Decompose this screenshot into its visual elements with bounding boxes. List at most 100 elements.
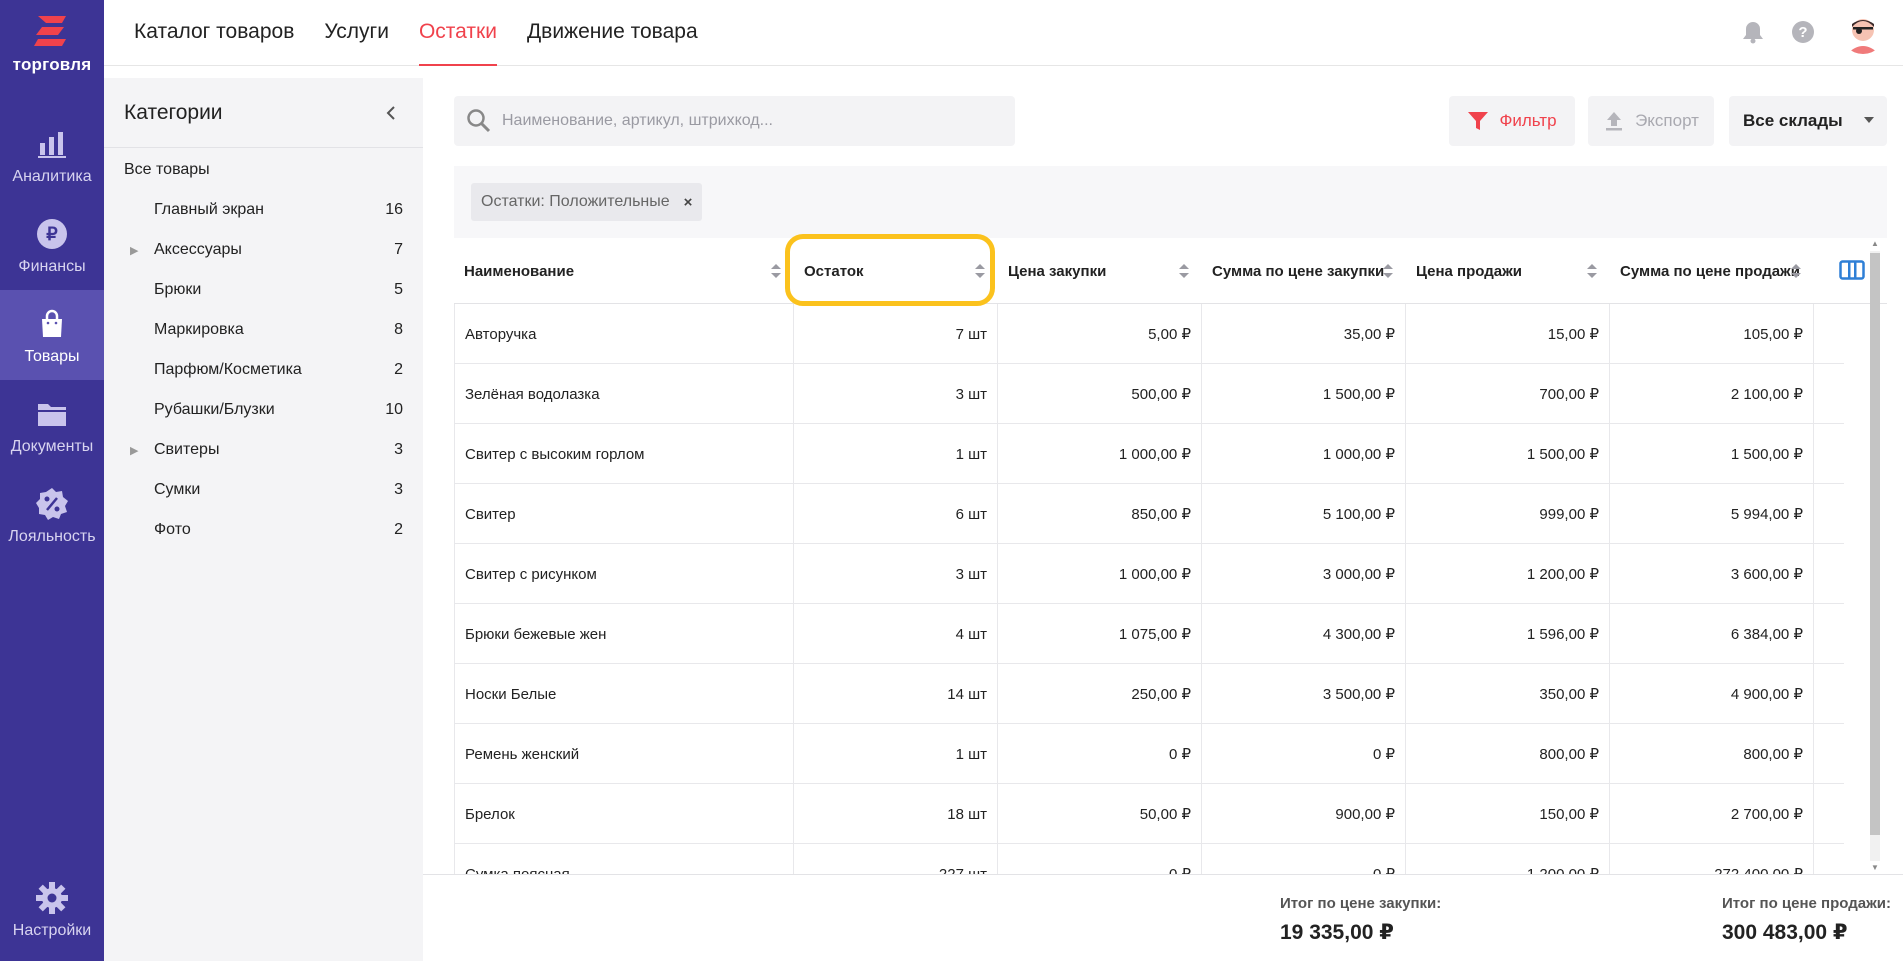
sort-icon[interactable]: [974, 263, 986, 279]
column-header-label: Наименование: [464, 262, 575, 280]
tab-catalog[interactable]: Каталог товаров: [134, 0, 294, 66]
category-item[interactable]: Сумки 3: [104, 470, 423, 510]
search-input[interactable]: [502, 112, 1002, 130]
help-icon[interactable]: ?: [1791, 20, 1815, 44]
tab-services[interactable]: Услуги: [324, 0, 389, 66]
svg-text:?: ?: [1798, 24, 1807, 41]
column-header[interactable]: Сумма по цене закупки: [1202, 238, 1406, 304]
filter-funnel-icon: [1467, 110, 1489, 132]
gear-icon: [32, 878, 72, 918]
column-header[interactable]: Цена продажи: [1406, 238, 1610, 304]
sort-icon[interactable]: [1178, 263, 1190, 279]
table-row[interactable]: Свитер с высоким горлом 1 шт 1 000,00 ₽1 0…: [454, 424, 1844, 484]
section-tabs: Каталог товаров Услуги Остатки Движение …: [134, 0, 728, 66]
cell-stock: 3 шт: [794, 544, 998, 604]
totals-footer: Итог по цене закупки: 19 335,00 ₽ Итог п…: [423, 874, 1903, 961]
filter-button[interactable]: Фильтр: [1449, 96, 1575, 146]
column-header[interactable]: Наименование: [454, 238, 794, 304]
cell-purchase-sum: 1 000,00 ₽: [1202, 424, 1406, 484]
column-header[interactable]: Цена закупки: [998, 238, 1202, 304]
sort-icon[interactable]: [1586, 263, 1598, 279]
remove-filter-icon[interactable]: ×: [684, 194, 693, 211]
category-item[interactable]: ▶ Аксессуары 7: [104, 230, 423, 270]
tab-movement[interactable]: Движение товара: [527, 0, 698, 66]
stock-table: Наименование Остаток Цена закупки Сумма по …: [454, 238, 1887, 874]
category-item[interactable]: Маркировка 8: [104, 310, 423, 350]
cell-name: Свитер с рисунком: [454, 544, 794, 604]
category-item[interactable]: ▶ Свитеры 3: [104, 430, 423, 470]
table-row[interactable]: Брелок 18 шт 50,00 ₽900,00 ₽150,00 ₽2 700,…: [454, 784, 1844, 844]
table-row[interactable]: Брюки бежевые жен 4 шт 1 075,00 ₽4 300,00 …: [454, 604, 1844, 664]
category-item[interactable]: Главный экран 16: [104, 190, 423, 230]
table-row[interactable]: Свитер 6 шт 850,00 ₽5 100,00 ₽999,00 ₽5 99…: [454, 484, 1844, 544]
nav-documents[interactable]: Документы: [0, 380, 104, 470]
category-item[interactable]: Парфюм/Косметика 2: [104, 350, 423, 390]
logo-text: торговля: [12, 55, 92, 74]
sort-icon[interactable]: [770, 263, 782, 279]
cell-stock: 18 шт: [794, 784, 998, 844]
column-settings-icon[interactable]: [1839, 260, 1865, 282]
cell-stock: 7 шт: [794, 304, 998, 364]
cell-sale-sum: 1 500,00 ₽: [1610, 424, 1814, 484]
cell-sale-sum: 272 400,00 ₽: [1610, 844, 1814, 874]
warehouse-select[interactable]: Все склады: [1729, 96, 1887, 146]
scrollbar-thumb[interactable]: [1870, 253, 1880, 835]
expand-arrow-icon[interactable]: ▶: [130, 444, 154, 457]
category-item[interactable]: Рубашки/Блузки 10: [104, 390, 423, 430]
analytics-icon: [32, 124, 72, 164]
category-all[interactable]: Все товары: [104, 150, 423, 190]
table-row[interactable]: Носки Белые 14 шт 250,00 ₽3 500,00 ₽350,00…: [454, 664, 1844, 724]
search-box[interactable]: [454, 96, 1015, 146]
column-header[interactable]: Остаток: [794, 238, 998, 304]
expand-arrow-icon[interactable]: ▶: [130, 244, 154, 257]
tab-stock[interactable]: Остатки: [418, 0, 497, 66]
table-row[interactable]: Авторучка 7 шт 5,00 ₽35,00 ₽15,00 ₽105,00 …: [454, 304, 1844, 364]
filter-chip: Остатки: Положительные ×: [471, 183, 703, 221]
export-button[interactable]: Экспорт: [1588, 96, 1714, 146]
table-row[interactable]: Ремень женский 1 шт 0 ₽0 ₽800,00 ₽800,00 ₽: [454, 724, 1844, 784]
scroll-up-icon[interactable]: ▲: [1869, 239, 1881, 249]
category-name: Парфюм/Косметика: [154, 361, 302, 378]
table-header: Наименование Остаток Цена закупки Сумма по …: [454, 238, 1887, 304]
cell-purchase-price: 1 000,00 ₽: [998, 424, 1202, 484]
nav-loyalty[interactable]: Лояльность: [0, 470, 104, 560]
sort-icon[interactable]: [1382, 263, 1394, 279]
bell-icon[interactable]: [1741, 20, 1765, 44]
category-item[interactable]: Брюки 5: [104, 270, 423, 310]
cell-purchase-sum: 0 ₽: [1202, 724, 1406, 784]
table-row[interactable]: Свитер с рисунком 3 шт 1 000,00 ₽3 000,00 …: [454, 544, 1844, 604]
nav-goods[interactable]: Товары: [0, 290, 104, 380]
total-sale: Итог по цене продажи: 300 483,00 ₽: [1722, 895, 1891, 945]
search-icon: [467, 109, 491, 133]
nav-loyalty-label: Лояльность: [8, 528, 96, 545]
category-item[interactable]: Фото 2: [104, 510, 423, 550]
table-scrollbar[interactable]: ▲ ▼: [1865, 239, 1885, 873]
table-row[interactable]: Сумка поясная227 шт0 ₽0 ₽1 200,00 ₽272 4…: [454, 844, 1844, 874]
collapse-panel-button[interactable]: [379, 101, 403, 125]
table-row[interactable]: Зелёная водолазка 3 шт 500,00 ₽1 500,00 ₽7…: [454, 364, 1844, 424]
user-avatar[interactable]: [1841, 10, 1885, 54]
category-count: 3: [394, 481, 403, 498]
cell-sale-price: 1 500,00 ₽: [1406, 424, 1610, 484]
cell-sale-sum: 4 900,00 ₽: [1610, 664, 1814, 724]
nav-finance[interactable]: ₽ Финансы: [0, 200, 104, 290]
nav-documents-label: Документы: [10, 438, 94, 455]
ruble-icon: ₽: [32, 214, 72, 254]
category-count: 16: [385, 201, 403, 218]
app-logo[interactable]: торговля: [0, 14, 104, 75]
cell-purchase-price: 1 000,00 ₽: [998, 544, 1202, 604]
sort-icon[interactable]: [1790, 263, 1802, 279]
nav-analytics[interactable]: Аналитика: [0, 110, 104, 200]
cell-name: Свитер с высоким горлом: [454, 424, 794, 484]
cell-purchase-price: 1 075,00 ₽: [998, 604, 1202, 664]
cell-name: Зелёная водолазка: [454, 364, 794, 424]
category-name: Рубашки/Блузки: [154, 401, 275, 418]
cell-purchase-sum: 4 300,00 ₽: [1202, 604, 1406, 664]
main-nav-rail: торговля Аналитика ₽ Финансы Товары Доку…: [0, 0, 104, 961]
column-header[interactable]: Сумма по цене продажи: [1610, 238, 1814, 304]
nav-settings[interactable]: Настройки: [0, 870, 104, 960]
cell-sale-sum: 5 994,00 ₽: [1610, 484, 1814, 544]
folder-icon: [32, 394, 72, 434]
cell-name: Носки Белые: [454, 664, 794, 724]
scroll-down-icon[interactable]: ▼: [1869, 863, 1881, 873]
